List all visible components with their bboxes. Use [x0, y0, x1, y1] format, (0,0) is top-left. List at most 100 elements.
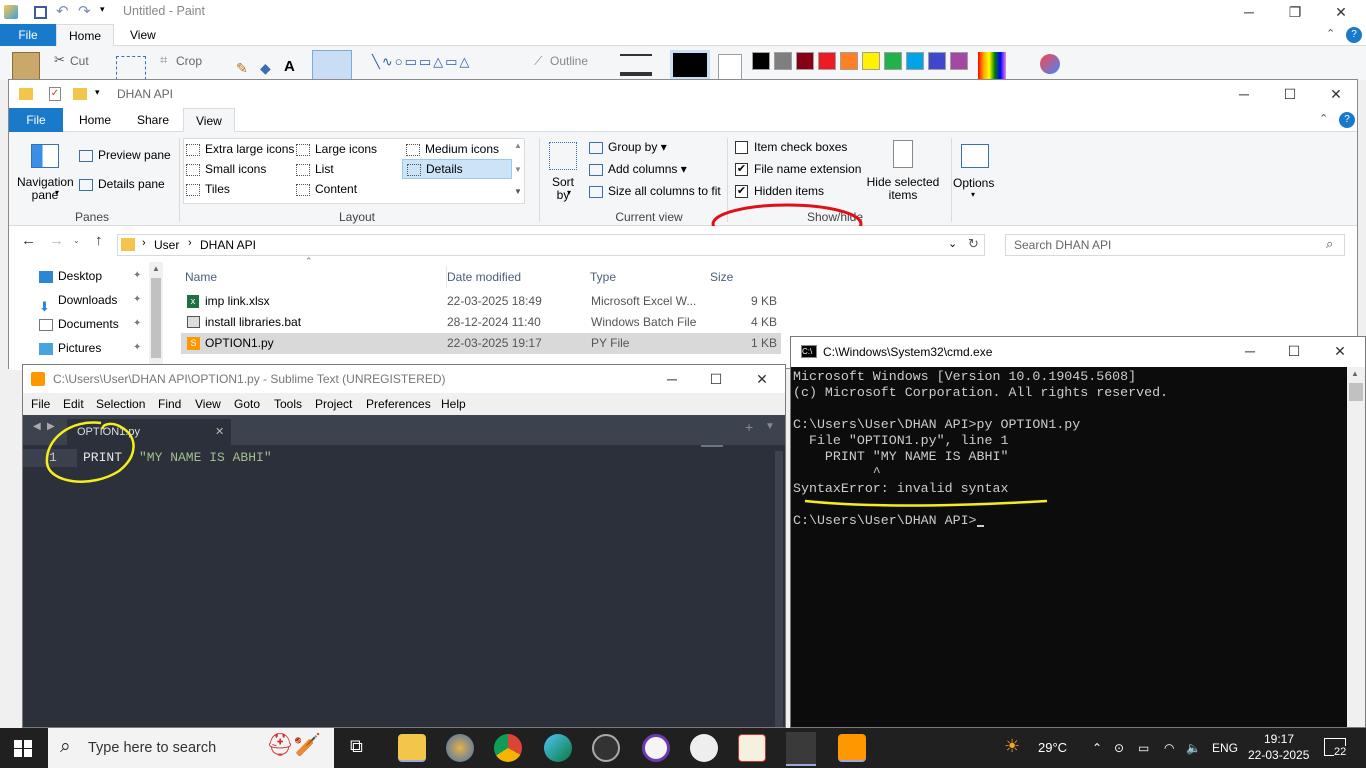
- breadcrumb-user[interactable]: User: [154, 238, 179, 252]
- palette-color[interactable]: [818, 52, 836, 70]
- size-icon[interactable]: [620, 54, 652, 76]
- layout-tiles[interactable]: Tiles: [186, 182, 230, 196]
- column-header-size[interactable]: Size: [710, 266, 733, 288]
- menu-goto[interactable]: Goto: [234, 393, 260, 415]
- paint-help-icon[interactable]: ?: [1346, 27, 1362, 43]
- shapes-gallery[interactable]: ╲∿○▭▭△▭△: [372, 54, 512, 76]
- quick-access-dropdown-icon[interactable]: ▾: [100, 4, 105, 15]
- clock-date[interactable]: 22-03-2025: [1248, 748, 1309, 762]
- file-row-option1[interactable]: S OPTION1.py 22-03-2025 19:17 PY File 1 …: [181, 333, 781, 354]
- paint3d-icon[interactable]: [1040, 54, 1060, 74]
- file-explorer-taskbar-icon[interactable]: [398, 734, 426, 762]
- paint-taskbar-icon[interactable]: [446, 734, 474, 762]
- sublime-maximize-button[interactable]: ☐: [693, 367, 739, 391]
- quick-access-dropdown-icon[interactable]: ▾: [95, 87, 100, 98]
- palette-color[interactable]: [840, 52, 858, 70]
- paint-tab-view[interactable]: View: [118, 24, 168, 46]
- layout-list[interactable]: List: [296, 162, 334, 176]
- sublime-taskbar-icon[interactable]: [838, 734, 866, 762]
- paint-minimize-button[interactable]: ─: [1226, 0, 1272, 24]
- layout-small-icons[interactable]: Small icons: [186, 162, 266, 176]
- redo-icon[interactable]: ↷: [78, 2, 91, 20]
- pin-icon[interactable]: ✦: [133, 342, 141, 353]
- palette-color[interactable]: [884, 52, 902, 70]
- layout-medium-icons[interactable]: Medium icons: [406, 142, 499, 156]
- hidden-items-option[interactable]: ✔ Hidden items: [735, 184, 824, 199]
- layout-scroll-up-icon[interactable]: ▲: [514, 141, 522, 150]
- volume-icon[interactable]: 🔈: [1186, 728, 1201, 768]
- explorer-tab-share[interactable]: Share: [125, 108, 181, 132]
- explorer-close-button[interactable]: ✕: [1313, 82, 1359, 106]
- refresh-icon[interactable]: ↻: [968, 236, 979, 252]
- cmd-console-output[interactable]: Microsoft Windows [Version 10.0.19045.56…: [791, 367, 1347, 727]
- color2-swatch[interactable]: [718, 54, 742, 80]
- menu-preferences[interactable]: Preferences: [366, 393, 431, 415]
- outline-icon[interactable]: ⟋: [534, 54, 542, 69]
- app-taskbar-icon[interactable]: [690, 734, 718, 762]
- show-hidden-icons[interactable]: ⌃: [1092, 728, 1102, 768]
- paint-restore-button[interactable]: ❐: [1272, 0, 1318, 24]
- column-header-name[interactable]: Name: [185, 266, 217, 288]
- tab-back-icon[interactable]: ◀: [33, 421, 41, 432]
- breadcrumb-dhan-api[interactable]: DHAN API: [200, 238, 256, 252]
- address-bar[interactable]: › User › DHAN API ⌄ ↻: [117, 234, 985, 256]
- forward-arrow-icon[interactable]: →: [49, 232, 64, 249]
- column-header-date[interactable]: Date modified: [446, 266, 521, 288]
- options-dropdown-icon[interactable]: ▾: [971, 190, 975, 199]
- code-editor[interactable]: 1 PRINT "MY NAME IS ABHI": [23, 421, 785, 727]
- size-all-columns-button[interactable]: Size all columns to fit: [589, 184, 721, 198]
- layout-expand-icon[interactable]: ▼: [514, 187, 522, 196]
- palette-color[interactable]: [862, 52, 880, 70]
- color1-swatch[interactable]: [670, 50, 710, 80]
- menu-project[interactable]: Project: [315, 393, 352, 415]
- explorer-help-icon[interactable]: ?: [1339, 112, 1355, 128]
- weather-icon[interactable]: ☀: [1004, 736, 1020, 757]
- layout-content[interactable]: Content: [296, 182, 357, 196]
- crop-label[interactable]: Crop: [176, 54, 202, 68]
- editor-scrollbar[interactable]: [775, 451, 783, 727]
- search-highlight-icon[interactable]: ⛑🏏: [266, 732, 326, 764]
- scroll-thumb[interactable]: [151, 278, 161, 358]
- cmd-scrollbar[interactable]: ▲: [1347, 367, 1365, 727]
- paint-tab-home[interactable]: Home: [56, 24, 115, 46]
- file-row-install-libraries[interactable]: install libraries.bat 28-12-2024 11:40 W…: [181, 312, 781, 333]
- palette-color[interactable]: [752, 52, 770, 70]
- sublime-close-button[interactable]: ✕: [739, 367, 785, 391]
- file-name-extensions-checkbox[interactable]: ✔: [735, 163, 748, 177]
- properties-icon[interactable]: ✓: [49, 87, 61, 101]
- new-folder-icon[interactable]: [73, 88, 87, 100]
- explorer-tab-file[interactable]: File: [9, 108, 63, 132]
- nav-item-downloads[interactable]: ⬇ Downloads: [39, 288, 117, 314]
- menu-edit[interactable]: Edit: [63, 393, 84, 415]
- scroll-up-icon[interactable]: ▲: [152, 264, 160, 273]
- nav-pane-scrollbar[interactable]: ▲: [149, 262, 163, 370]
- brushes-icon[interactable]: [312, 50, 352, 80]
- notes-taskbar-icon[interactable]: [738, 734, 766, 762]
- palette-color[interactable]: [950, 52, 968, 70]
- column-header-type[interactable]: Type: [590, 266, 616, 288]
- cmd-maximize-button[interactable]: ☐: [1271, 339, 1317, 363]
- weather-temperature[interactable]: 29°C: [1038, 728, 1067, 768]
- text-tool-icon[interactable]: A: [284, 58, 295, 75]
- scroll-thumb[interactable]: [1349, 383, 1363, 401]
- up-arrow-icon[interactable]: ↑: [95, 232, 103, 249]
- tab-close-icon[interactable]: ✕: [215, 419, 224, 445]
- clock-time[interactable]: 19:17: [1264, 732, 1294, 746]
- sort-by-icon[interactable]: [549, 142, 577, 170]
- details-pane-button[interactable]: Details pane: [79, 177, 165, 191]
- preview-pane-button[interactable]: Preview pane: [79, 148, 171, 162]
- paint-ribbon-collapse-icon[interactable]: ⌃: [1326, 27, 1335, 40]
- cmd-taskbar-icon[interactable]: [786, 732, 816, 766]
- pencil-icon[interactable]: ✎: [236, 60, 248, 77]
- tab-list-icon[interactable]: ▼: [765, 421, 775, 432]
- select-icon[interactable]: [116, 56, 146, 80]
- explorer-minimize-button[interactable]: ─: [1221, 82, 1267, 106]
- meet-now-icon[interactable]: ⊙: [1114, 728, 1124, 768]
- hide-selected-items-button[interactable]: Hide selected items: [863, 176, 943, 202]
- item-check-boxes-option[interactable]: Item check boxes: [735, 140, 847, 155]
- layout-scroll-down-icon[interactable]: ▼: [514, 165, 522, 174]
- menu-tools[interactable]: Tools: [274, 393, 302, 415]
- nav-item-documents[interactable]: Documents: [39, 312, 119, 336]
- fill-icon[interactable]: ◆: [260, 60, 271, 77]
- nav-item-desktop[interactable]: Desktop: [39, 264, 102, 288]
